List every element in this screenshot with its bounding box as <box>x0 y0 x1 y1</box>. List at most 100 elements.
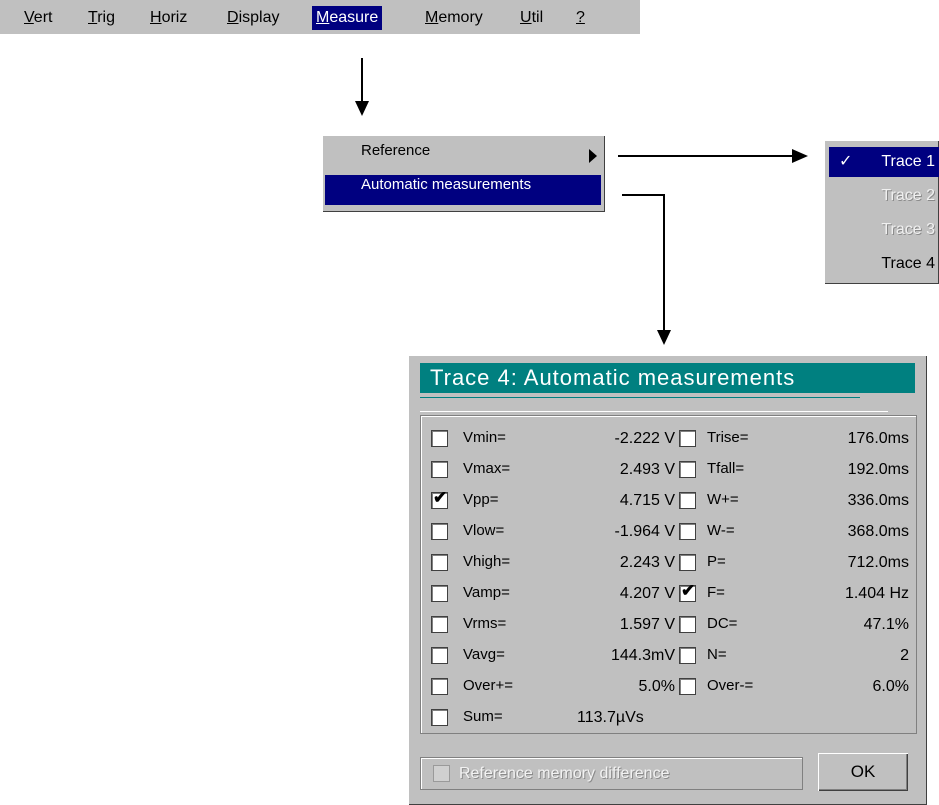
trace-menu-item-3-label: Trace 3 <box>881 221 935 238</box>
checkbox-vmin[interactable] <box>431 430 448 447</box>
value-w-plus: 336.0ms <box>847 492 909 509</box>
value-vamp: 4.207 V <box>619 585 675 602</box>
menu-util-mnemonic: U <box>520 9 532 26</box>
checkbox-vhigh[interactable] <box>431 554 448 571</box>
menu-util[interactable]: Util <box>516 6 547 30</box>
reference-memory-difference-group: Reference memory difference <box>420 757 803 790</box>
value-n: 2 <box>900 647 909 664</box>
menu-help[interactable]: ? <box>572 6 589 30</box>
checkbox-vavg[interactable] <box>431 647 448 664</box>
menu-help-mnemonic: ? <box>576 9 585 26</box>
value-tfall: 192.0ms <box>847 461 909 478</box>
menu-measure-label: easure <box>329 9 379 26</box>
label-period: P= <box>707 553 726 570</box>
checkbox-sum[interactable] <box>431 709 448 726</box>
label-trise: Trise= <box>707 429 749 446</box>
value-vrms: 1.597 V <box>619 616 675 633</box>
checkbox-tfall[interactable] <box>679 461 696 478</box>
arrow-right-line <box>618 155 794 157</box>
menu-item-reference[interactable]: Reference <box>325 141 601 171</box>
menu-measure[interactable]: Measure <box>312 6 383 30</box>
menu-horiz[interactable]: Horiz <box>146 6 191 30</box>
menu-trig-mnemonic: T <box>88 9 98 26</box>
menu-memory-label: emory <box>438 9 483 26</box>
label-vmax: Vmax= <box>463 460 511 477</box>
label-vhigh: Vhigh= <box>463 553 511 570</box>
label-vlow: Vlow= <box>463 522 505 539</box>
checkbox-vrms[interactable] <box>431 616 448 633</box>
trace-menu-item-3: Trace 3 <box>829 215 939 245</box>
arrow-down-line <box>361 58 363 103</box>
checkbox-over-minus[interactable] <box>679 678 696 695</box>
checkbox-mark: ✔ <box>681 581 696 600</box>
value-vmax: 2.493 V <box>619 461 675 478</box>
trace-menu-item-2-label: Trace 2 <box>881 187 935 204</box>
measurements-panel: Vmin= -2.222 V Vmax= 2.493 V ✔ Vpp= 4.71… <box>420 415 917 734</box>
arrow-elbow-line-v <box>663 194 665 332</box>
menu-trig[interactable]: Trig <box>84 6 119 30</box>
checkbox-mark: ✔ <box>433 488 448 507</box>
checkbox-w-plus[interactable] <box>679 492 696 509</box>
dialog-title: Trace 4: Automatic measurements <box>420 363 915 393</box>
arrow-right-head <box>792 149 808 163</box>
value-vmin: -2.222 V <box>614 430 675 447</box>
label-n: N= <box>707 646 727 663</box>
label-sum: Sum= <box>463 708 503 725</box>
value-w-minus: 368.0ms <box>847 523 909 540</box>
menu-vert-label: ert <box>33 9 53 26</box>
menu-horiz-label: oriz <box>161 9 188 26</box>
title-divider-highlight <box>420 411 888 412</box>
trace-menu-item-4-label: Trace 4 <box>881 255 935 272</box>
label-vmin: Vmin= <box>463 429 506 446</box>
checkbox-trise[interactable] <box>679 430 696 447</box>
menu-util-label: til <box>531 9 544 26</box>
label-vrms: Vrms= <box>463 615 507 632</box>
menu-item-automatic-measurements[interactable]: Automatic measurements <box>325 175 601 205</box>
value-vlow: -1.964 V <box>614 523 675 540</box>
reference-memory-difference-label: Reference memory difference <box>459 765 670 782</box>
label-w-plus: W+= <box>707 491 739 508</box>
value-period: 712.0ms <box>847 554 909 571</box>
label-over-minus: Over-= <box>707 677 754 694</box>
menu-display-label: isplay <box>238 9 280 26</box>
label-tfall: Tfall= <box>707 460 745 477</box>
title-divider <box>420 397 860 398</box>
menu-vert[interactable]: Vert <box>20 6 56 30</box>
checkbox-vamp[interactable] <box>431 585 448 602</box>
checkbox-vlow[interactable] <box>431 523 448 540</box>
label-vamp: Vamp= <box>463 584 510 601</box>
checkbox-w-minus[interactable] <box>679 523 696 540</box>
trace-menu-item-1[interactable]: ✓ Trace 1 <box>829 147 939 177</box>
checkbox-vmax[interactable] <box>431 461 448 478</box>
label-vavg: Vavg= <box>463 646 505 663</box>
menu-memory-mnemonic: M <box>425 9 439 26</box>
menu-measure-mnemonic: M <box>316 9 330 26</box>
value-vavg: 144.3mV <box>610 647 675 664</box>
checkbox-duty-cycle[interactable] <box>679 616 696 633</box>
value-frequency: 1.404 Hz <box>844 585 909 602</box>
label-over-plus: Over+= <box>463 677 514 694</box>
trace-menu-item-1-label: Trace 1 <box>881 153 935 170</box>
checkbox-period[interactable] <box>679 554 696 571</box>
menu-item-reference-label: Reference <box>361 142 431 159</box>
menu-item-automatic-label: Automatic measurements <box>361 176 532 193</box>
value-vhigh: 2.243 V <box>619 554 675 571</box>
checkbox-frequency[interactable]: ✔ <box>679 581 696 602</box>
menu-trig-label: rig <box>97 9 115 26</box>
value-sum: 113.7µVs <box>577 709 644 726</box>
value-trise: 176.0ms <box>847 430 909 447</box>
menu-display[interactable]: Display <box>223 6 283 30</box>
label-vpp: Vpp= <box>463 491 499 508</box>
ok-button[interactable]: OK <box>818 753 908 791</box>
trace-submenu: ✓ Trace 1 Trace 2 Trace 3 Trace 4 <box>824 140 939 284</box>
menu-memory[interactable]: Memory <box>421 6 487 30</box>
menu-display-mnemonic: D <box>227 9 239 26</box>
checkbox-over-plus[interactable] <box>431 678 448 695</box>
checkbox-vpp[interactable]: ✔ <box>431 488 448 509</box>
trace-menu-item-4[interactable]: Trace 4 <box>829 249 939 279</box>
check-icon: ✓ <box>839 153 853 170</box>
value-vpp: 4.715 V <box>619 492 675 509</box>
arrow-elbow-head <box>657 330 671 345</box>
checkbox-n[interactable] <box>679 647 696 664</box>
value-over-minus: 6.0% <box>872 678 909 695</box>
